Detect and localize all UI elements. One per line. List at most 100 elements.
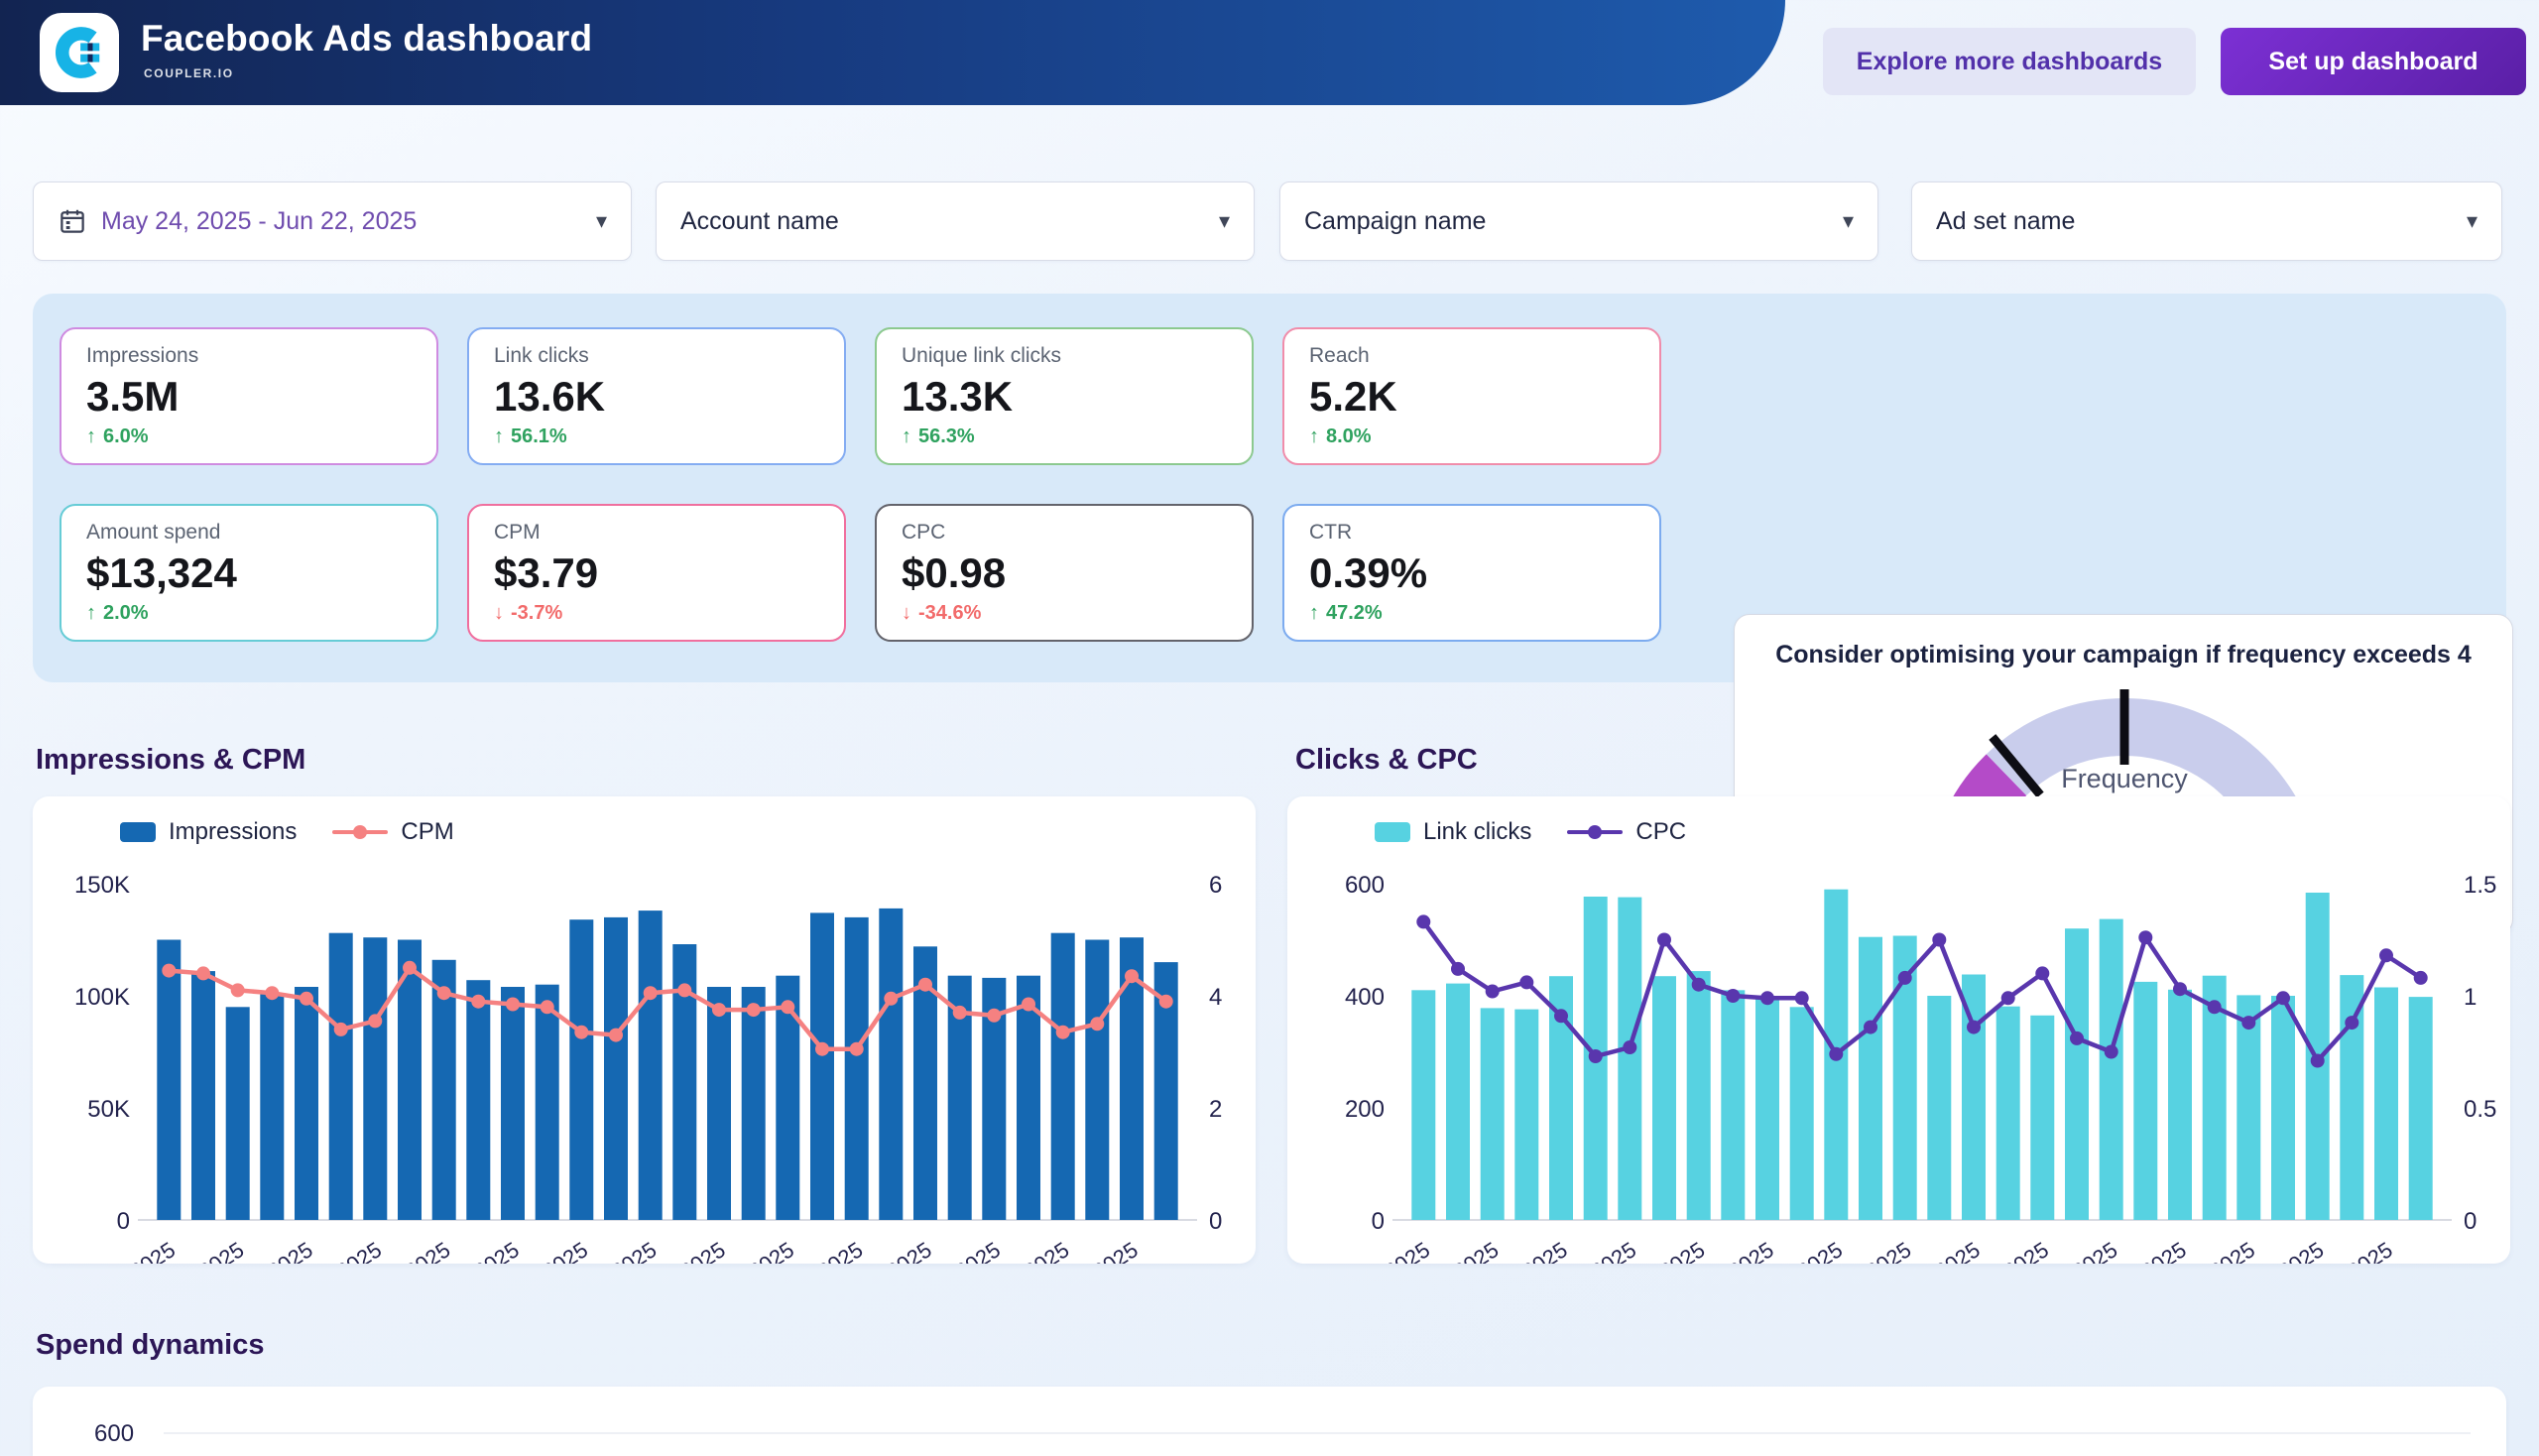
y-axis-tick: 600: [94, 1420, 134, 1448]
account-name-dropdown[interactable]: Account name ▾: [656, 182, 1255, 261]
chart-canvas: 050K100K150K0246May 24, 2025May 26, 2025…: [33, 796, 1256, 1264]
kpi-delta-value: -3.7%: [511, 602, 562, 625]
kpi-card-cpc: CPC $0.98 ↓-34.6%: [875, 504, 1254, 642]
bar: [1790, 1007, 1814, 1220]
kpi-value: 0.39%: [1309, 552, 1634, 594]
bar-series: [1411, 890, 2432, 1220]
chevron-down-icon: ▾: [1843, 208, 1854, 234]
calendar-icon: [58, 206, 87, 236]
line-dot: [2379, 948, 2393, 962]
line-dot: [1760, 991, 1774, 1005]
line-dot: [2105, 1045, 2118, 1059]
bar: [295, 987, 318, 1220]
gauge-metric-label: Frequency: [2061, 764, 2188, 793]
explore-more-dashboards-button[interactable]: Explore more dashboards: [1823, 28, 2196, 95]
right-axis-tick: 4: [1209, 984, 1222, 1011]
bar: [604, 917, 628, 1220]
line-dot: [2070, 1031, 2084, 1045]
coupler-logo: [40, 13, 119, 92]
legend-label: Impressions: [169, 818, 297, 846]
legend-item-impressions: Impressions: [120, 818, 297, 846]
coupler-c-icon: [53, 26, 106, 79]
bar: [1051, 933, 1075, 1220]
line-dot: [1829, 1047, 1843, 1061]
line-dot: [2208, 1000, 2222, 1014]
clicks-cpc-chart-card: Link clicks CPC 020040060000.511.5May 24,…: [1287, 796, 2510, 1264]
bar: [707, 987, 731, 1220]
right-axis-tick: 0.5: [2464, 1096, 2496, 1123]
bar: [466, 980, 490, 1220]
bar: [191, 971, 215, 1220]
kpi-label: Impressions: [86, 344, 412, 368]
line-dot: [2001, 991, 2015, 1005]
line-dot: [1589, 1049, 1603, 1063]
line-dot: [1519, 975, 1533, 989]
line-dot: [368, 1014, 382, 1028]
line-dot: [1486, 985, 1500, 999]
legend-label: Link clicks: [1423, 818, 1531, 846]
kpi-delta: ↑47.2%: [1309, 602, 1634, 625]
line-dot: [2414, 971, 2428, 985]
bar: [1411, 990, 1435, 1220]
bar: [501, 987, 525, 1220]
line-dot: [2035, 966, 2049, 980]
line-dot: [1864, 1021, 1877, 1034]
campaign-name-dropdown[interactable]: Campaign name ▾: [1279, 182, 1878, 261]
bar: [569, 919, 593, 1220]
left-axis-tick: 100K: [74, 984, 130, 1011]
bar: [2030, 1016, 2054, 1220]
chevron-down-icon: ▾: [2467, 208, 2478, 234]
bar: [742, 987, 766, 1220]
bar: [2133, 982, 2157, 1220]
bar: [845, 917, 869, 1220]
trend-arrow-icon: ↑: [86, 602, 96, 625]
set-up-dashboard-button[interactable]: Set up dashboard: [2221, 28, 2526, 95]
legend-line-swatch: [332, 830, 388, 834]
line-dot: [1090, 1017, 1104, 1031]
bar: [1996, 1007, 2020, 1220]
kpi-value: 13.6K: [494, 376, 819, 418]
kpi-card-amount-spend: Amount spend $13,324 ↑2.0%: [60, 504, 438, 642]
trend-arrow-icon: ↑: [86, 425, 96, 448]
kpi-value: $3.79: [494, 552, 819, 594]
line-dot: [2345, 1016, 2358, 1030]
bar: [1687, 971, 1711, 1220]
legend-item-cpc: CPC: [1567, 818, 1686, 846]
line-dot: [1932, 933, 1946, 947]
kpi-delta-value: 47.2%: [1326, 602, 1383, 625]
bar: [1085, 940, 1109, 1221]
left-axis-tick: 150K: [74, 872, 130, 899]
chart-canvas: 020040060000.511.5May 24, 2025May 26, 20…: [1287, 796, 2510, 1264]
line-dot: [1795, 991, 1809, 1005]
bar: [2374, 988, 2398, 1221]
line-dot: [1554, 1009, 1568, 1023]
line-dot: [231, 983, 245, 997]
line-dot: [1967, 1021, 1981, 1034]
kpi-delta: ↑ 2.0%: [86, 602, 412, 625]
kpi-card-ctr: CTR 0.39% ↑47.2%: [1282, 504, 1661, 642]
kpi-label: Link clicks: [494, 344, 819, 368]
kpi-delta: ↓-3.7%: [494, 602, 819, 625]
line-series: [1423, 921, 2420, 1060]
ad-set-name-dropdown[interactable]: Ad set name ▾: [1911, 182, 2502, 261]
date-range-value: May 24, 2025 - Jun 22, 2025: [101, 207, 596, 236]
app-header: Facebook Ads dashboard COUPLER.IO: [0, 0, 1785, 105]
page-title: Facebook Ads dashboard: [141, 18, 592, 60]
line-series: [169, 968, 1165, 1049]
line-dot: [1125, 969, 1139, 983]
date-range-picker[interactable]: May 24, 2025 - Jun 22, 2025 ▾: [33, 182, 632, 261]
kpi-panel: Impressions 3.5M ↑6.0% Link clicks 13.6K…: [33, 294, 2506, 682]
right-axis-tick: 0: [2464, 1208, 2477, 1235]
kpi-delta-value: 2.0%: [103, 602, 149, 625]
kpi-value: 5.2K: [1309, 376, 1634, 418]
line-dot: [1898, 971, 1912, 985]
bar: [2340, 975, 2363, 1220]
bar: [1618, 898, 1641, 1220]
kpi-card-link-clicks: Link clicks 13.6K ↑56.1%: [467, 327, 846, 465]
x-axis-tick: May 24, 2025: [56, 1237, 180, 1264]
bar: [1859, 937, 1882, 1220]
kpi-delta: ↑56.1%: [494, 425, 819, 448]
chart-legend: Link clicks CPC: [1375, 818, 1686, 846]
account-name-label: Account name: [680, 207, 1219, 236]
line-dot: [644, 986, 658, 1000]
